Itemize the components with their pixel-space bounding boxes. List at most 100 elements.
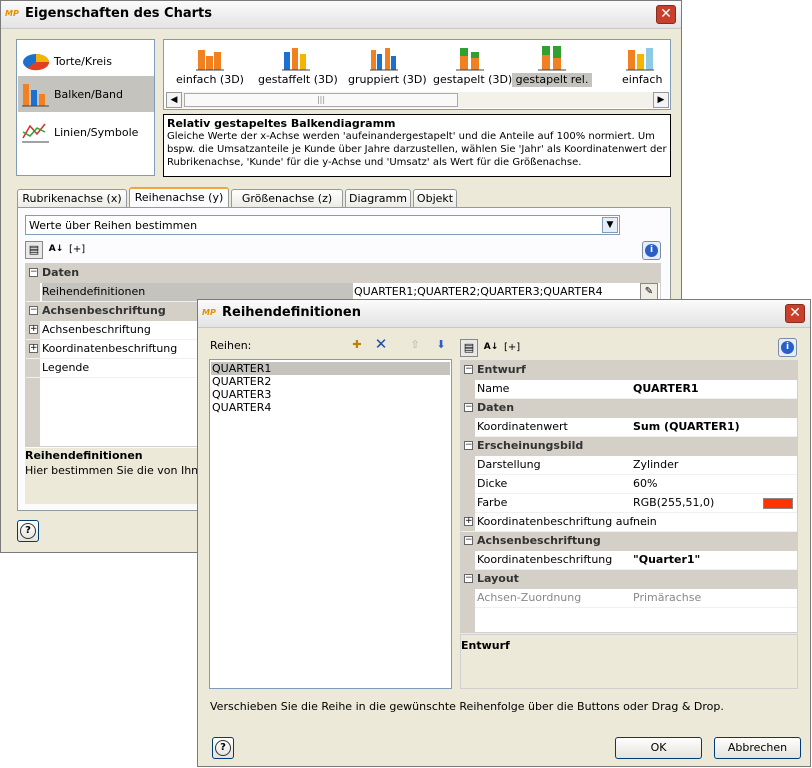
bar-chart-icon xyxy=(22,84,49,107)
property-row-name[interactable]: Name QUARTER1 xyxy=(475,380,797,399)
bar-grouped-icon xyxy=(370,48,398,71)
close-button[interactable]: ✕ xyxy=(656,5,676,24)
category-daten[interactable]: − Daten xyxy=(461,399,797,418)
collapse-icon[interactable]: − xyxy=(29,306,38,315)
list-item[interactable]: QUARTER2 xyxy=(211,375,450,388)
bar-stacked-icon xyxy=(456,48,484,71)
new-series-icon[interactable]: ✚ xyxy=(348,337,366,355)
property-name: Farbe xyxy=(477,496,508,509)
subtype-stacked-3d[interactable]: gestapelt (3D) xyxy=(430,42,513,90)
description-text: Gleiche Werte der x-Achse werden 'aufein… xyxy=(167,131,667,168)
property-row-dicke[interactable]: Dicke 60% xyxy=(475,475,797,494)
property-row-achsen-zuordnung[interactable]: Achsen-Zuordnung Primärachse xyxy=(475,589,797,608)
reorder-hint: Verschieben Sie die Reihe in die gewünsc… xyxy=(210,700,724,713)
sort-az-icon[interactable]: A↓ xyxy=(482,339,500,357)
expand-icon[interactable]: + xyxy=(29,325,38,334)
color-swatch[interactable] xyxy=(763,498,793,509)
subtype-label: einfach xyxy=(622,73,663,86)
collapse-icon[interactable]: − xyxy=(464,403,473,412)
tab-groessenachse[interactable]: Größenachse (z) xyxy=(231,189,343,207)
category-erscheinungsbild[interactable]: − Erscheinungsbild xyxy=(461,437,797,456)
property-value[interactable]: RGB(255,51,0) xyxy=(633,496,714,509)
property-value[interactable]: QUARTER1;QUARTER2;QUARTER3;QUARTER4 xyxy=(354,285,603,298)
property-row-darstellung[interactable]: Darstellung Zylinder xyxy=(475,456,797,475)
collapse-icon[interactable]: − xyxy=(29,268,38,277)
property-name: Koordinatenbeschriftung auf ... xyxy=(477,515,648,528)
chevron-down-icon[interactable]: ▼ xyxy=(602,217,618,233)
gallery-scrollbar[interactable]: ◀ ||| ▶ xyxy=(166,92,669,108)
cancel-button[interactable]: Abbrechen xyxy=(714,737,801,759)
expand-icon[interactable]: + xyxy=(29,344,38,353)
move-down-icon[interactable]: ⬇ xyxy=(432,337,450,355)
category-entwurf[interactable]: − Entwurf xyxy=(461,361,797,380)
chart-type-bar[interactable]: Balken/Band xyxy=(18,76,154,112)
subtype-simple-3d[interactable]: einfach (3D) xyxy=(172,42,246,90)
subtype-staggered-3d[interactable]: gestaffelt (3D) xyxy=(256,42,338,90)
chart-type-pie[interactable]: Torte/Kreis xyxy=(18,44,153,78)
property-name: Name xyxy=(477,382,510,395)
tab-objekt[interactable]: Objekt xyxy=(413,189,457,207)
info-icon[interactable]: i xyxy=(778,338,797,357)
help-icon: ? xyxy=(20,523,36,539)
property-name: Darstellung xyxy=(477,458,541,471)
app-icon: MP xyxy=(5,9,19,18)
property-row-koordinatenwert[interactable]: Koordinatenwert Sum (QUARTER1) xyxy=(475,418,797,437)
property-value[interactable]: 60% xyxy=(633,477,657,490)
series-list-label: Reihen: xyxy=(210,339,252,352)
collapse-icon[interactable]: − xyxy=(464,365,473,374)
scroll-right-button[interactable]: ▶ xyxy=(653,92,669,108)
property-row-farbe[interactable]: Farbe RGB(255,51,0) xyxy=(475,494,797,513)
help-title: Reihendefinitionen xyxy=(25,449,143,462)
expand-icon[interactable]: + xyxy=(464,517,473,526)
list-item[interactable]: QUARTER4 xyxy=(211,401,450,414)
tab-rubrikenachse[interactable]: Rubrikenachse (x) xyxy=(17,189,127,207)
property-value[interactable]: Sum (QUARTER1) xyxy=(633,420,740,433)
collapse-icon[interactable]: − xyxy=(464,441,473,450)
bar-stacked-relative-icon xyxy=(538,46,566,71)
property-value[interactable]: QUARTER1 xyxy=(633,382,699,395)
subtype-grouped-3d[interactable]: gruppiert (3D) xyxy=(344,42,427,90)
property-value[interactable]: nein xyxy=(633,515,657,528)
sort-az-icon[interactable]: A↓ xyxy=(47,241,65,259)
line-chart-icon xyxy=(22,123,49,143)
expand-all-button[interactable]: [+] xyxy=(504,342,520,353)
collapse-icon[interactable]: − xyxy=(464,574,473,583)
property-name: Dicke xyxy=(477,477,508,490)
property-row-koordinatenbeschriftung-auf[interactable]: + Koordinatenbeschriftung auf ... nein xyxy=(461,513,797,532)
list-item[interactable]: QUARTER3 xyxy=(211,388,450,401)
subtype-label: gruppiert (3D) xyxy=(348,73,427,86)
expand-all-button[interactable]: [+] xyxy=(69,244,85,255)
app-icon: MP xyxy=(202,308,216,317)
tab-reihenachse[interactable]: Reihenachse (y) xyxy=(129,187,229,208)
chart-type-line[interactable]: Linien/Symbole xyxy=(18,114,153,148)
help-button[interactable]: ? xyxy=(212,737,234,759)
dialog-title: Reihendefinitionen xyxy=(222,305,362,320)
property-row-koordinatenbeschriftung[interactable]: Koordinatenbeschriftung "Quarter1" xyxy=(475,551,797,570)
dialog-close-button[interactable]: ✕ xyxy=(785,304,805,323)
scroll-left-button[interactable]: ◀ xyxy=(166,92,182,108)
category-achsenbeschriftung[interactable]: − Achsenbeschriftung xyxy=(461,532,797,551)
category-daten[interactable]: − Daten xyxy=(26,264,660,283)
category-layout[interactable]: − Layout xyxy=(461,570,797,589)
property-value[interactable]: Primärachse xyxy=(633,591,701,604)
series-mode-select[interactable]: Werte über Reihen bestimmen ▼ xyxy=(25,215,620,235)
chart-type-list: Torte/Kreis Balken/Band Linien/Symbole xyxy=(16,39,155,176)
categorized-view-icon[interactable]: ▤ xyxy=(460,339,478,357)
scroll-thumb[interactable]: ||| xyxy=(184,93,458,107)
subtype-label: gestapelt (3D) xyxy=(433,73,513,86)
ok-button[interactable]: OK xyxy=(615,737,702,759)
categorized-view-icon[interactable]: ▤ xyxy=(25,241,43,259)
move-up-icon[interactable]: ⇧ xyxy=(406,337,424,355)
subtype-stacked-relative[interactable]: gestapelt rel. xyxy=(512,42,592,90)
delete-icon[interactable]: ✕ xyxy=(372,336,390,354)
property-value[interactable]: Zylinder xyxy=(633,458,678,471)
property-value[interactable]: "Quarter1" xyxy=(633,553,700,566)
tab-diagramm[interactable]: Diagramm xyxy=(345,189,411,207)
list-item[interactable]: QUARTER1 xyxy=(211,362,450,375)
series-list: QUARTER1 QUARTER2 QUARTER3 QUARTER4 xyxy=(209,359,452,689)
subtype-simple[interactable]: einfach xyxy=(612,42,670,90)
help-button[interactable]: ? xyxy=(17,520,39,542)
info-icon[interactable]: i xyxy=(642,241,661,260)
property-name: Koordinatenbeschriftung xyxy=(477,553,613,566)
collapse-icon[interactable]: − xyxy=(464,536,473,545)
